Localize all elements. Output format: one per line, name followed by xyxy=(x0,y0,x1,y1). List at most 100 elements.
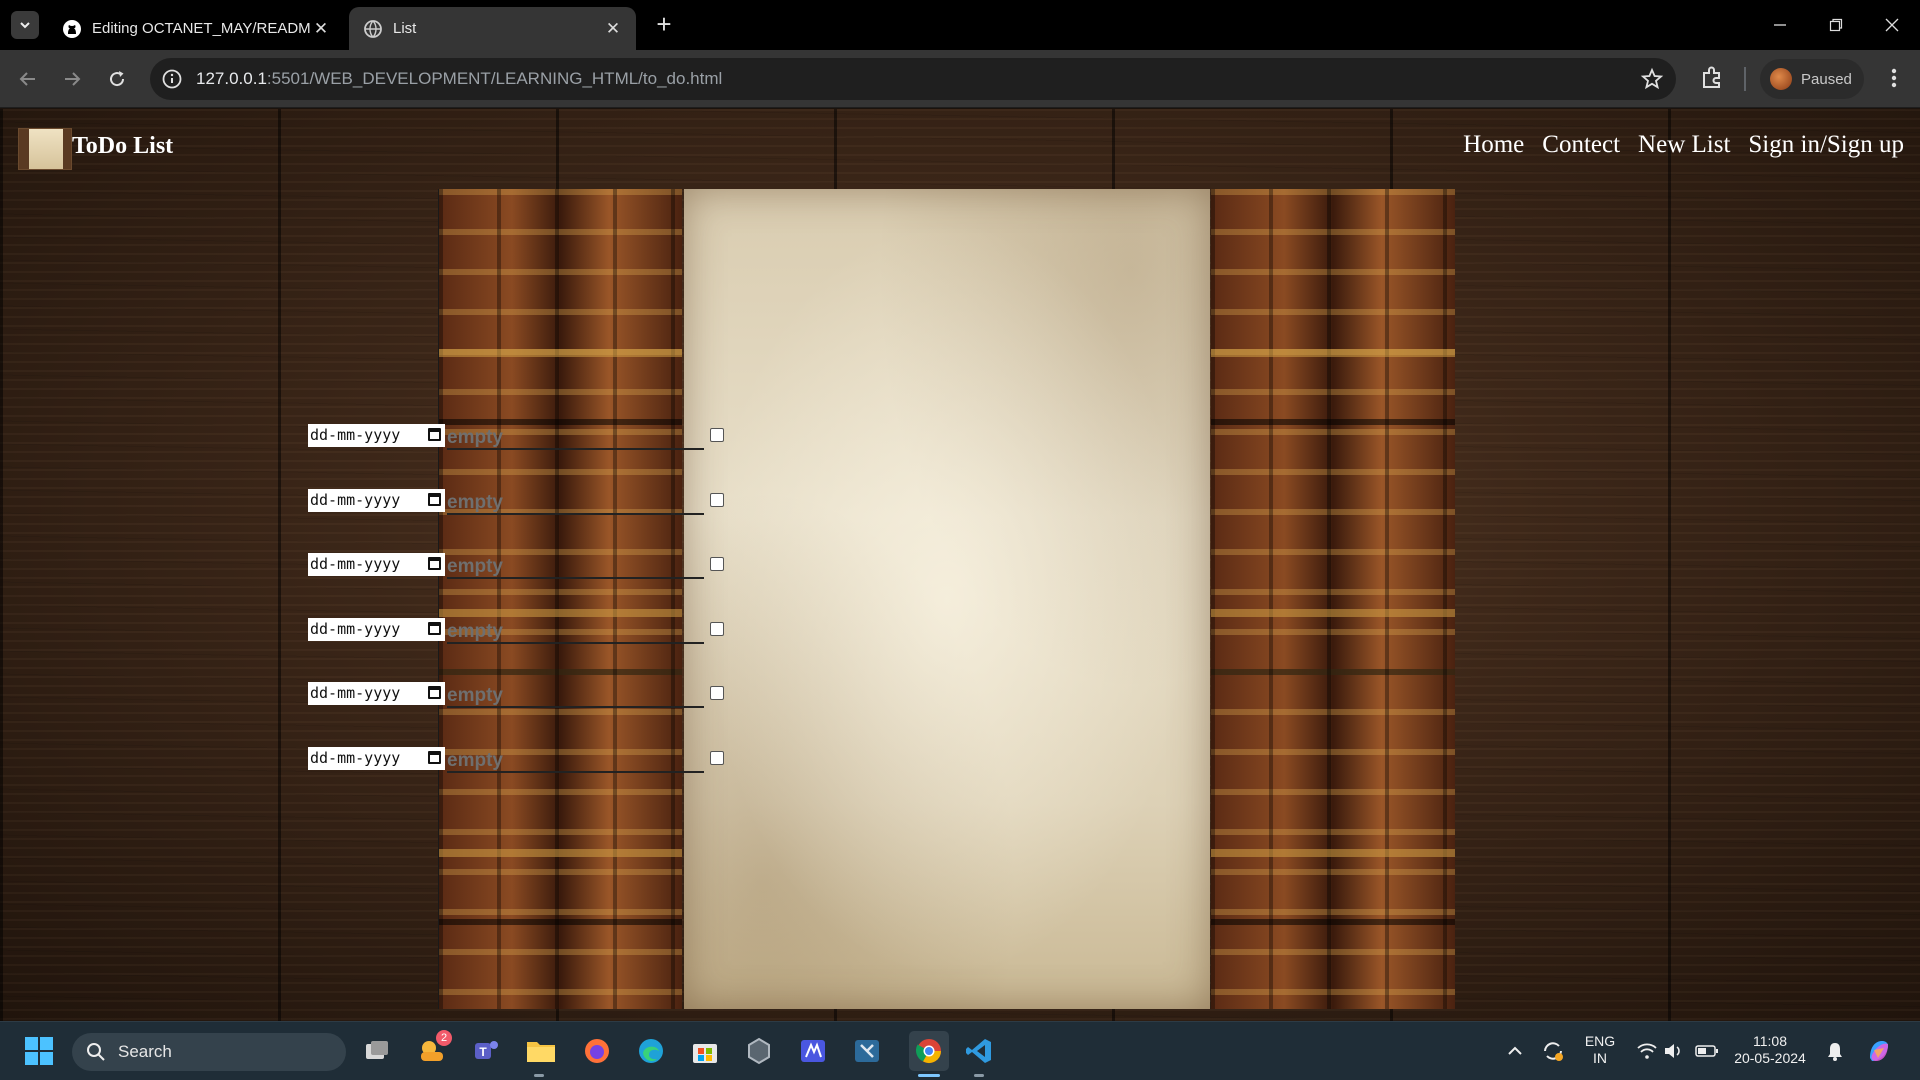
file-explorer-icon[interactable] xyxy=(524,1034,558,1068)
back-button[interactable] xyxy=(12,63,44,95)
extensions-icon[interactable] xyxy=(1698,64,1726,92)
reload-button[interactable] xyxy=(101,63,133,95)
show-hidden-icons[interactable] xyxy=(1498,1034,1532,1068)
region-code: IN xyxy=(1593,1050,1607,1066)
date-input[interactable]: dd-mm-yyyy xyxy=(308,488,445,512)
language-code: ENG xyxy=(1584,1033,1616,1049)
copilot-icon[interactable] xyxy=(1862,1034,1896,1068)
nav-sign-in-sign-up[interactable]: Sign in/Sign up xyxy=(1748,131,1904,159)
reload-icon xyxy=(110,71,125,87)
calendar-icon[interactable] xyxy=(428,750,441,764)
page-viewport: ToDo List Home Contect New List Sign in/… xyxy=(0,109,1920,1021)
arrow-right-icon xyxy=(65,72,81,86)
close-icon xyxy=(1885,18,1899,32)
calendar-icon[interactable] xyxy=(428,557,441,570)
store-icon[interactable] xyxy=(688,1034,722,1068)
running-indicator xyxy=(534,1074,544,1077)
done-checkbox[interactable] xyxy=(710,428,724,442)
blue-app-icon xyxy=(801,1040,825,1062)
task-input[interactable]: empty xyxy=(447,619,704,644)
close-window-button[interactable] xyxy=(1864,0,1920,50)
todo-row: dd-mm-yyyy empty xyxy=(308,746,748,812)
task-input[interactable]: empty xyxy=(447,748,704,773)
date-input[interactable]: dd-mm-yyyy xyxy=(308,617,445,641)
todo-row: dd-mm-yyyy empty xyxy=(308,553,748,618)
windows-logo-icon xyxy=(25,1037,53,1065)
widgets-icon[interactable]: 2 xyxy=(414,1030,452,1068)
url-text: 127.0.0.1:5501/WEB_DEVELOPMENT/LEARNING_… xyxy=(196,69,722,89)
notifications-icon[interactable] xyxy=(1818,1034,1852,1068)
app-tool-icon[interactable] xyxy=(850,1034,884,1068)
done-checkbox[interactable] xyxy=(710,557,724,571)
site-brand[interactable]: ToDo List xyxy=(72,133,173,160)
calendar-icon[interactable] xyxy=(428,428,441,441)
minimize-icon xyxy=(1774,24,1786,26)
bookmark-star-icon[interactable] xyxy=(1640,67,1664,91)
todo-row: dd-mm-yyyy empty xyxy=(308,488,748,554)
profile-button[interactable]: Paused xyxy=(1760,59,1864,99)
nav-contect[interactable]: Contect xyxy=(1542,131,1620,159)
date-input[interactable]: dd-mm-yyyy xyxy=(308,553,445,576)
task-input[interactable]: empty xyxy=(447,425,704,450)
tab-list[interactable]: List ✕ xyxy=(349,7,636,50)
done-checkbox[interactable] xyxy=(710,492,724,507)
new-tab-button[interactable]: + xyxy=(650,10,678,38)
firefox-icon[interactable] xyxy=(580,1034,614,1068)
start-button[interactable] xyxy=(22,1034,56,1068)
site-logo[interactable] xyxy=(18,128,72,170)
arrow-left-icon xyxy=(19,72,35,86)
clock[interactable]: 11:08 20-05-2024 xyxy=(1734,1033,1806,1067)
task-input[interactable]: empty xyxy=(447,683,704,708)
restore-button[interactable] xyxy=(1808,0,1864,50)
vscode-icon[interactable] xyxy=(962,1034,996,1068)
input-language[interactable]: ENG IN xyxy=(1580,1033,1620,1067)
clock-time: 11:08 xyxy=(1753,1033,1787,1049)
address-bar[interactable]: 127.0.0.1:5501/WEB_DEVELOPMENT/LEARNING_… xyxy=(150,58,1676,100)
done-checkbox[interactable] xyxy=(710,621,724,636)
browser-toolbar: 127.0.0.1:5501/WEB_DEVELOPMENT/LEARNING_… xyxy=(0,50,1920,108)
app-blue-icon[interactable] xyxy=(796,1034,830,1068)
hexagon-app-icon xyxy=(748,1037,770,1065)
task-input[interactable]: empty xyxy=(447,554,704,579)
active-indicator xyxy=(918,1074,940,1077)
taskbar-search[interactable]: Search xyxy=(72,1033,346,1071)
search-label: Search xyxy=(118,1042,172,1061)
tab-search-button[interactable] xyxy=(11,11,39,39)
date-input[interactable]: dd-mm-yyyy xyxy=(308,424,445,447)
restore-icon xyxy=(1829,18,1843,32)
close-tab-icon[interactable]: ✕ xyxy=(312,19,330,38)
speaker-icon xyxy=(1665,1044,1680,1058)
calendar-icon[interactable] xyxy=(428,686,441,699)
edge-icon[interactable] xyxy=(634,1034,668,1068)
done-checkbox[interactable] xyxy=(710,686,724,700)
minimize-button[interactable] xyxy=(1752,0,1808,50)
volume-icon[interactable] xyxy=(1657,1034,1691,1068)
todo-list: dd-mm-yyyy empty dd-mm-yyyy empty dd-mm-… xyxy=(308,424,748,811)
chrome-icon[interactable] xyxy=(909,1031,949,1071)
task-input[interactable]: empty xyxy=(447,490,704,515)
paper-sheet xyxy=(684,189,1210,1009)
sync-status-icon[interactable] xyxy=(1536,1034,1570,1068)
chrome-logo-icon xyxy=(915,1039,941,1064)
done-checkbox[interactable] xyxy=(710,750,724,765)
battery-icon[interactable] xyxy=(1690,1034,1724,1068)
task-view-icon[interactable] xyxy=(360,1034,394,1068)
calendar-icon[interactable] xyxy=(428,621,441,635)
toolbar-separator xyxy=(1744,67,1746,91)
tab-github-readme[interactable]: Editing OCTANET_MAY/READM ✕ xyxy=(48,7,344,50)
nav-home[interactable]: Home xyxy=(1463,131,1524,159)
forward-button[interactable] xyxy=(56,63,88,95)
teams-icon[interactable]: T xyxy=(470,1034,504,1068)
notification-badge: 2 xyxy=(436,1030,452,1046)
close-tab-icon[interactable]: ✕ xyxy=(604,19,622,38)
calendar-icon[interactable] xyxy=(428,492,441,506)
tab-title: Editing OCTANET_MAY/READM xyxy=(92,20,311,37)
app-hex-icon[interactable] xyxy=(742,1034,776,1068)
site-info-icon[interactable] xyxy=(161,68,183,90)
nav-new-list[interactable]: New List xyxy=(1638,131,1730,159)
more-menu-icon[interactable] xyxy=(1880,64,1908,92)
date-placeholder: dd-mm-yyyy xyxy=(310,426,401,444)
date-input[interactable]: dd-mm-yyyy xyxy=(308,682,445,705)
date-input[interactable]: dd-mm-yyyy xyxy=(308,746,445,770)
edge-logo-icon xyxy=(639,1039,663,1063)
